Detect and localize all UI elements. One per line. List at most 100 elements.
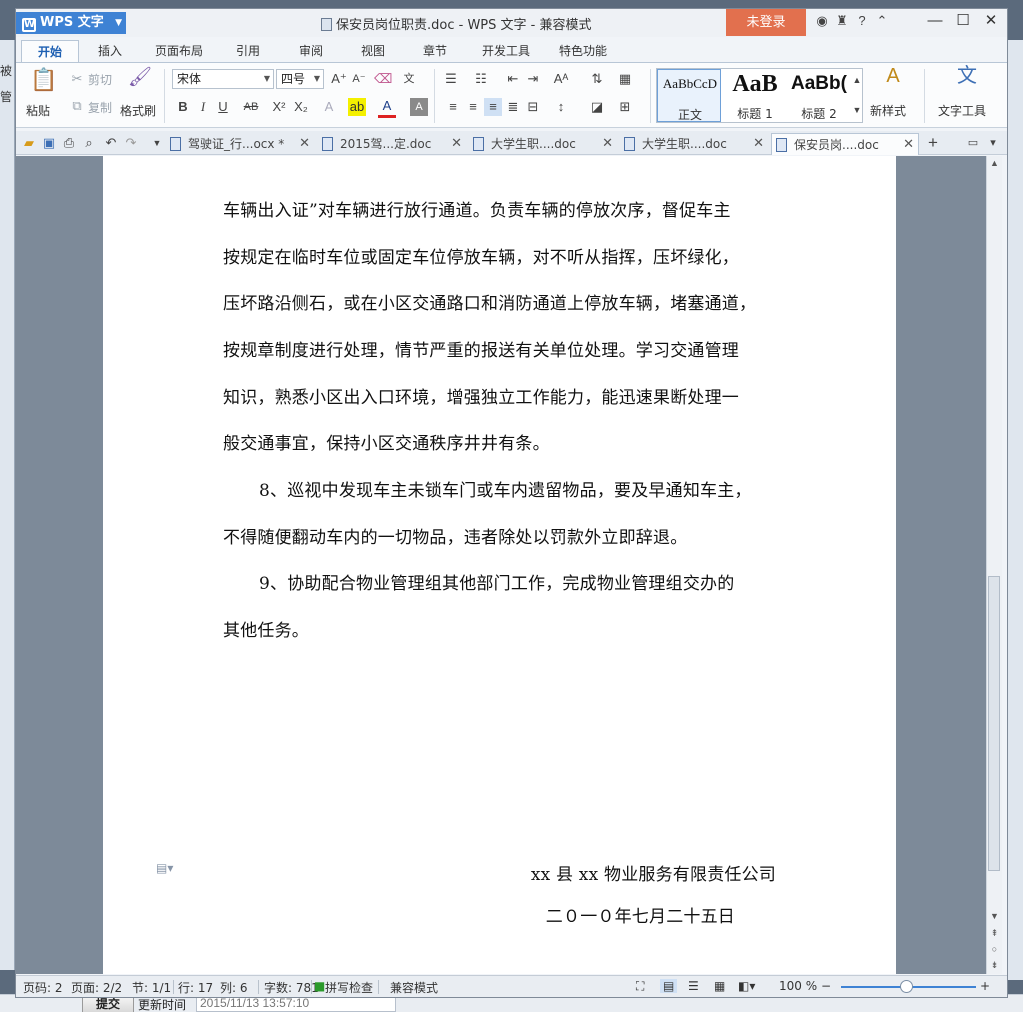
justify-icon[interactable]: ≣ xyxy=(504,98,522,116)
char-shading-icon[interactable]: A xyxy=(410,98,428,116)
copy-button[interactable]: 复制 xyxy=(88,99,112,116)
login-button[interactable]: 未登录 xyxy=(726,9,806,36)
paste-icon[interactable]: 📋 xyxy=(30,69,57,91)
clear-format-icon[interactable]: ⌫ xyxy=(374,70,392,88)
style-heading-1[interactable]: AaB 标题 1 xyxy=(723,69,787,122)
tab-page-layout[interactable]: 页面布局 xyxy=(144,40,214,62)
maximize-icon[interactable]: ☐ xyxy=(949,11,977,29)
status-section[interactable]: 节: 1/1 xyxy=(132,979,171,996)
tab-chapter[interactable]: 章节 xyxy=(408,40,462,62)
superscript-icon[interactable]: X² xyxy=(270,98,288,116)
doc-tab[interactable]: 驾驶证_行...ocx * ✕ xyxy=(166,133,314,155)
doc-tab-active[interactable]: 保安员岗....doc ✕ xyxy=(771,133,919,155)
zoom-out-icon[interactable]: − xyxy=(821,979,831,993)
strikethrough-icon[interactable]: AB xyxy=(242,98,260,116)
doc-tab[interactable]: 大学生职....doc ✕ xyxy=(620,133,768,155)
gallery-scroll-icon[interactable]: ▲ xyxy=(848,71,866,89)
scissors-icon[interactable]: ✂ xyxy=(68,70,86,88)
tab-review[interactable]: 审阅 xyxy=(284,40,338,62)
new-style-button[interactable]: 新样式 xyxy=(870,102,906,119)
line-spacing-icon[interactable]: ↕ xyxy=(552,98,570,116)
change-case-icon[interactable]: Aᴬ xyxy=(552,70,570,88)
tab-start[interactable]: 开始 xyxy=(21,40,79,62)
new-tab-icon[interactable]: + xyxy=(924,134,942,152)
print-icon[interactable]: ⎙ xyxy=(60,134,78,152)
status-row[interactable]: 行: 17 xyxy=(178,979,213,996)
text-tools-icon[interactable]: 文 xyxy=(954,66,980,86)
zoom-slider-handle[interactable] xyxy=(900,980,913,993)
table-icon[interactable]: ▦ xyxy=(616,70,634,88)
status-spell-check[interactable]: 拼写检查 xyxy=(325,979,373,996)
bold-icon[interactable]: B xyxy=(174,98,192,116)
borders-icon[interactable]: ⊞ xyxy=(616,98,634,116)
tab-list-icon[interactable]: ▭ xyxy=(964,134,982,152)
style-normal[interactable]: AaBbCcD 正文 xyxy=(657,69,721,122)
font-name-select[interactable]: 宋体 ▼ xyxy=(172,69,274,89)
underline-icon[interactable]: U xyxy=(214,98,232,116)
tab-view[interactable]: 视图 xyxy=(346,40,400,62)
cut-button[interactable]: 剪切 xyxy=(88,71,112,88)
skin-icon[interactable]: ◉ xyxy=(812,13,832,29)
sort-icon[interactable]: ⇅ xyxy=(588,70,606,88)
page-view-icon[interactable]: ▤ xyxy=(660,979,678,993)
open-folder-icon[interactable]: ▰ xyxy=(20,134,38,152)
shading-icon[interactable]: ◪ xyxy=(588,98,606,116)
paragraph-mark-icon[interactable]: ▤▾ xyxy=(156,861,173,875)
italic-icon[interactable]: I xyxy=(194,98,212,116)
close-tab-icon[interactable]: ✕ xyxy=(602,133,613,155)
text-effect-icon[interactable]: A xyxy=(320,98,338,116)
scroll-up-icon[interactable]: ▲ xyxy=(987,158,1002,168)
highlight-icon[interactable]: ab xyxy=(348,98,366,116)
status-column[interactable]: 列: 6 xyxy=(220,979,248,996)
close-tab-icon[interactable]: ✕ xyxy=(753,133,764,155)
subscript-icon[interactable]: X₂ xyxy=(292,98,310,116)
save-icon[interactable]: ▣ xyxy=(40,134,58,152)
app-menu-button[interactable]: W WPS 文字 ▼ xyxy=(16,12,126,34)
undo-icon[interactable]: ↶ xyxy=(102,134,120,152)
status-page-number[interactable]: 页码: 2 xyxy=(23,979,63,996)
next-page-icon[interactable]: ⇟ xyxy=(987,960,1002,971)
collapse-ribbon-icon[interactable]: ⌃ xyxy=(872,13,892,29)
format-painter-icon[interactable]: 🖌 xyxy=(128,68,152,87)
align-right-icon[interactable]: ≡ xyxy=(484,98,502,116)
prev-page-icon[interactable]: ⇞ xyxy=(987,928,1002,939)
shrink-font-icon[interactable]: A⁻ xyxy=(350,70,368,88)
web-view-icon[interactable]: ▦ xyxy=(714,979,725,993)
outline-view-icon[interactable]: ☰ xyxy=(688,979,699,993)
tab-special[interactable]: 特色功能 xyxy=(548,40,618,62)
scroll-thumb[interactable] xyxy=(988,576,1000,871)
tab-developer[interactable]: 开发工具 xyxy=(471,40,541,62)
status-pages[interactable]: 页面: 2/2 xyxy=(71,979,122,996)
tab-references[interactable]: 引用 xyxy=(221,40,275,62)
redo-icon[interactable]: ↷ xyxy=(122,134,140,152)
bullet-list-icon[interactable]: ☰ xyxy=(442,70,460,88)
align-center-icon[interactable]: ≡ xyxy=(464,98,482,116)
grow-font-icon[interactable]: A⁺ xyxy=(330,70,348,88)
scroll-down-icon[interactable]: ▼ xyxy=(987,911,1002,921)
distribute-icon[interactable]: ⊟ xyxy=(524,98,542,116)
decrease-indent-icon[interactable]: ⇤ xyxy=(504,70,522,88)
help-icon[interactable]: ? xyxy=(852,13,872,28)
style-heading-2[interactable]: AaBb( 标题 2 xyxy=(787,69,851,122)
number-list-icon[interactable]: ☷ xyxy=(472,70,490,88)
shirt-icon[interactable]: ♜ xyxy=(832,13,852,29)
close-tab-icon[interactable]: ✕ xyxy=(903,134,914,156)
tab-menu-icon[interactable]: ▾ xyxy=(984,134,1002,152)
copy-icon[interactable]: ⧉ xyxy=(68,97,86,115)
text-tools-button[interactable]: 文字工具 xyxy=(938,102,986,119)
document-page[interactable]: 车辆出入证”对车辆进行放行通道。负责车辆的停放次序，督促车主 按规定在临时车位或… xyxy=(103,156,896,974)
tab-insert[interactable]: 插入 xyxy=(84,40,136,62)
close-icon[interactable]: ✕ xyxy=(977,11,1005,29)
vertical-scrollbar[interactable]: ▲ ▼ ⇞ ○ ⇟ xyxy=(986,156,1002,974)
select-browse-icon[interactable]: ○ xyxy=(987,944,1002,954)
close-tab-icon[interactable]: ✕ xyxy=(299,133,310,155)
format-painter-button[interactable]: 格式刷 xyxy=(120,102,156,119)
zoom-in-icon[interactable]: + xyxy=(980,979,990,993)
new-style-icon[interactable]: A xyxy=(880,66,906,86)
quick-access-menu-icon[interactable]: ▼ xyxy=(148,134,166,152)
zoom-level[interactable]: 100 % xyxy=(779,979,817,993)
minimize-icon[interactable]: — xyxy=(921,12,949,29)
print-preview-icon[interactable]: ⌕ xyxy=(80,134,98,152)
doc-tab[interactable]: 2015驾...定.doc ✕ xyxy=(318,133,466,155)
close-tab-icon[interactable]: ✕ xyxy=(451,133,462,155)
